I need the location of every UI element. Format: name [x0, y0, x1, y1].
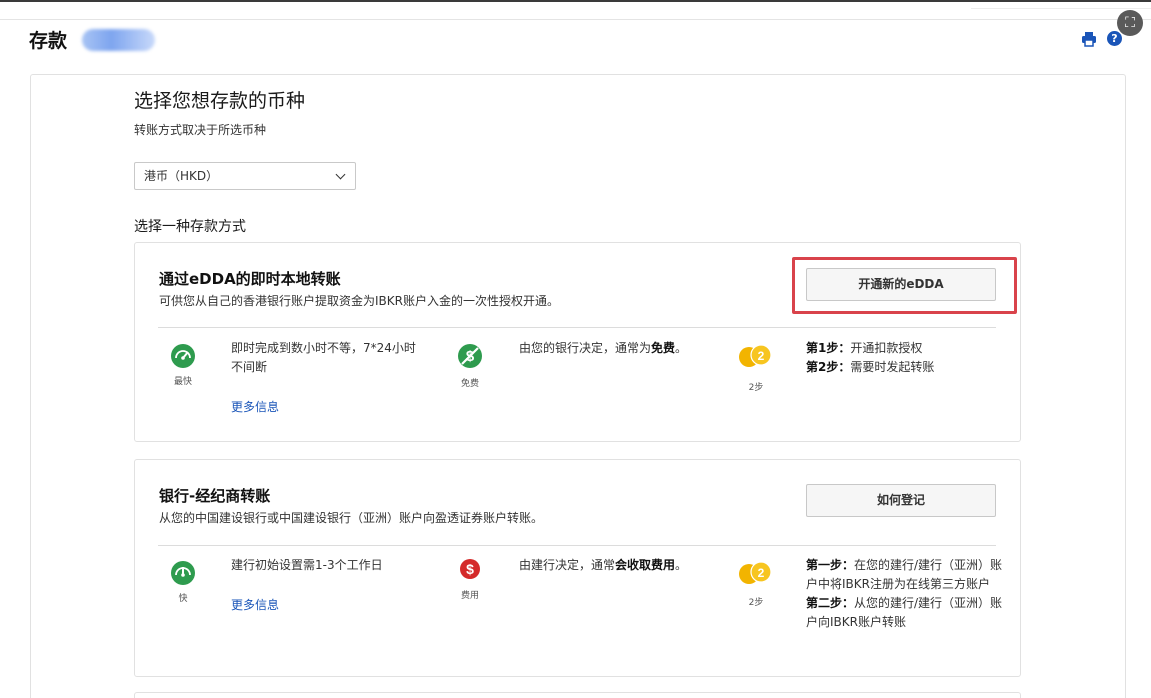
browser-top-bar [0, 0, 1151, 20]
page-title: 存款 [29, 30, 68, 52]
printer-icon[interactable] [1081, 31, 1097, 47]
method-card-next [134, 692, 1021, 698]
dollar-icon: $ [460, 559, 480, 579]
account-selector-blurred[interactable] [82, 29, 155, 51]
method-label: 选择一种存款方式 [134, 219, 246, 235]
steps-text: 第一步：在您的建行/建行（亚洲）账户中将IBKR注册为在线第三方账户 第二步：从… [806, 558, 1003, 629]
currency-heading: 选择您想存款的币种 [134, 90, 306, 112]
top-bar-segment [971, 1, 1151, 9]
more-info-link[interactable]: 更多信息 [231, 596, 279, 613]
fee-text: 由建行决定，通常会收取费用。 [519, 558, 688, 572]
coins-icon: 2 [739, 344, 772, 367]
method-title: 通过eDDA的即时本地转账 [159, 270, 341, 288]
screenshot-tool-icon[interactable]: ⛶ [1117, 10, 1143, 36]
method-description: 可供您从自己的香港银行账户提取资金为IBKR账户入金的一次性授权开通。 [159, 294, 559, 308]
currency-subtext: 转账方式取决于所选币种 [134, 123, 267, 137]
method-card-edda: 通过eDDA的即时本地转账 可供您从自己的香港银行账户提取资金为IBKR账户入金… [134, 242, 1021, 442]
svg-text:$: $ [466, 561, 474, 577]
speedometer-icon [171, 561, 195, 585]
speed-caption: 快 [178, 594, 188, 604]
coins-icon: 2 [739, 561, 772, 584]
how-to-register-button[interactable]: 如何登记 [806, 484, 996, 517]
more-info-link[interactable]: 更多信息 [231, 398, 279, 415]
method-card-bank-broker: 银行-经纪商转账 从您的中国建设银行或中国建设银行（亚洲）账户向盈透证券账户转账… [134, 459, 1021, 677]
svg-text:2: 2 [758, 349, 765, 363]
method-title: 银行-经纪商转账 [159, 487, 271, 505]
chevron-down-icon [335, 169, 346, 180]
open-edda-button[interactable]: 开通新的eDDA [806, 268, 996, 301]
fee-text: 由您的银行决定，通常为免费。 [519, 341, 688, 355]
fee-caption: 免费 [460, 379, 479, 389]
steps-caption: 2步 [748, 383, 764, 393]
speedometer-icon [171, 344, 195, 368]
steps-text: 第1步：开通扣款授权 第2步：需要时发起转账 [806, 341, 935, 374]
card-divider [158, 545, 996, 546]
fee-caption: 费用 [460, 591, 479, 601]
method-description: 从您的中国建设银行或中国建设银行（亚洲）账户向盈透证券账户转账。 [159, 511, 544, 525]
steps-caption: 2步 [748, 598, 764, 608]
card-divider [158, 327, 996, 328]
currency-select[interactable]: 港币（HKD） [134, 162, 356, 190]
help-icon[interactable]: ? [1107, 31, 1122, 46]
svg-text:2: 2 [758, 566, 765, 580]
speed-caption: 最快 [173, 377, 192, 387]
speed-text: 即时完成到数小时不等，7*24小时不间断 [231, 341, 416, 374]
currency-select-value: 港币（HKD） [144, 169, 219, 183]
speed-text: 建行初始设置需1-3个工作日 [231, 558, 383, 572]
no-fee-icon: $ [458, 344, 482, 368]
